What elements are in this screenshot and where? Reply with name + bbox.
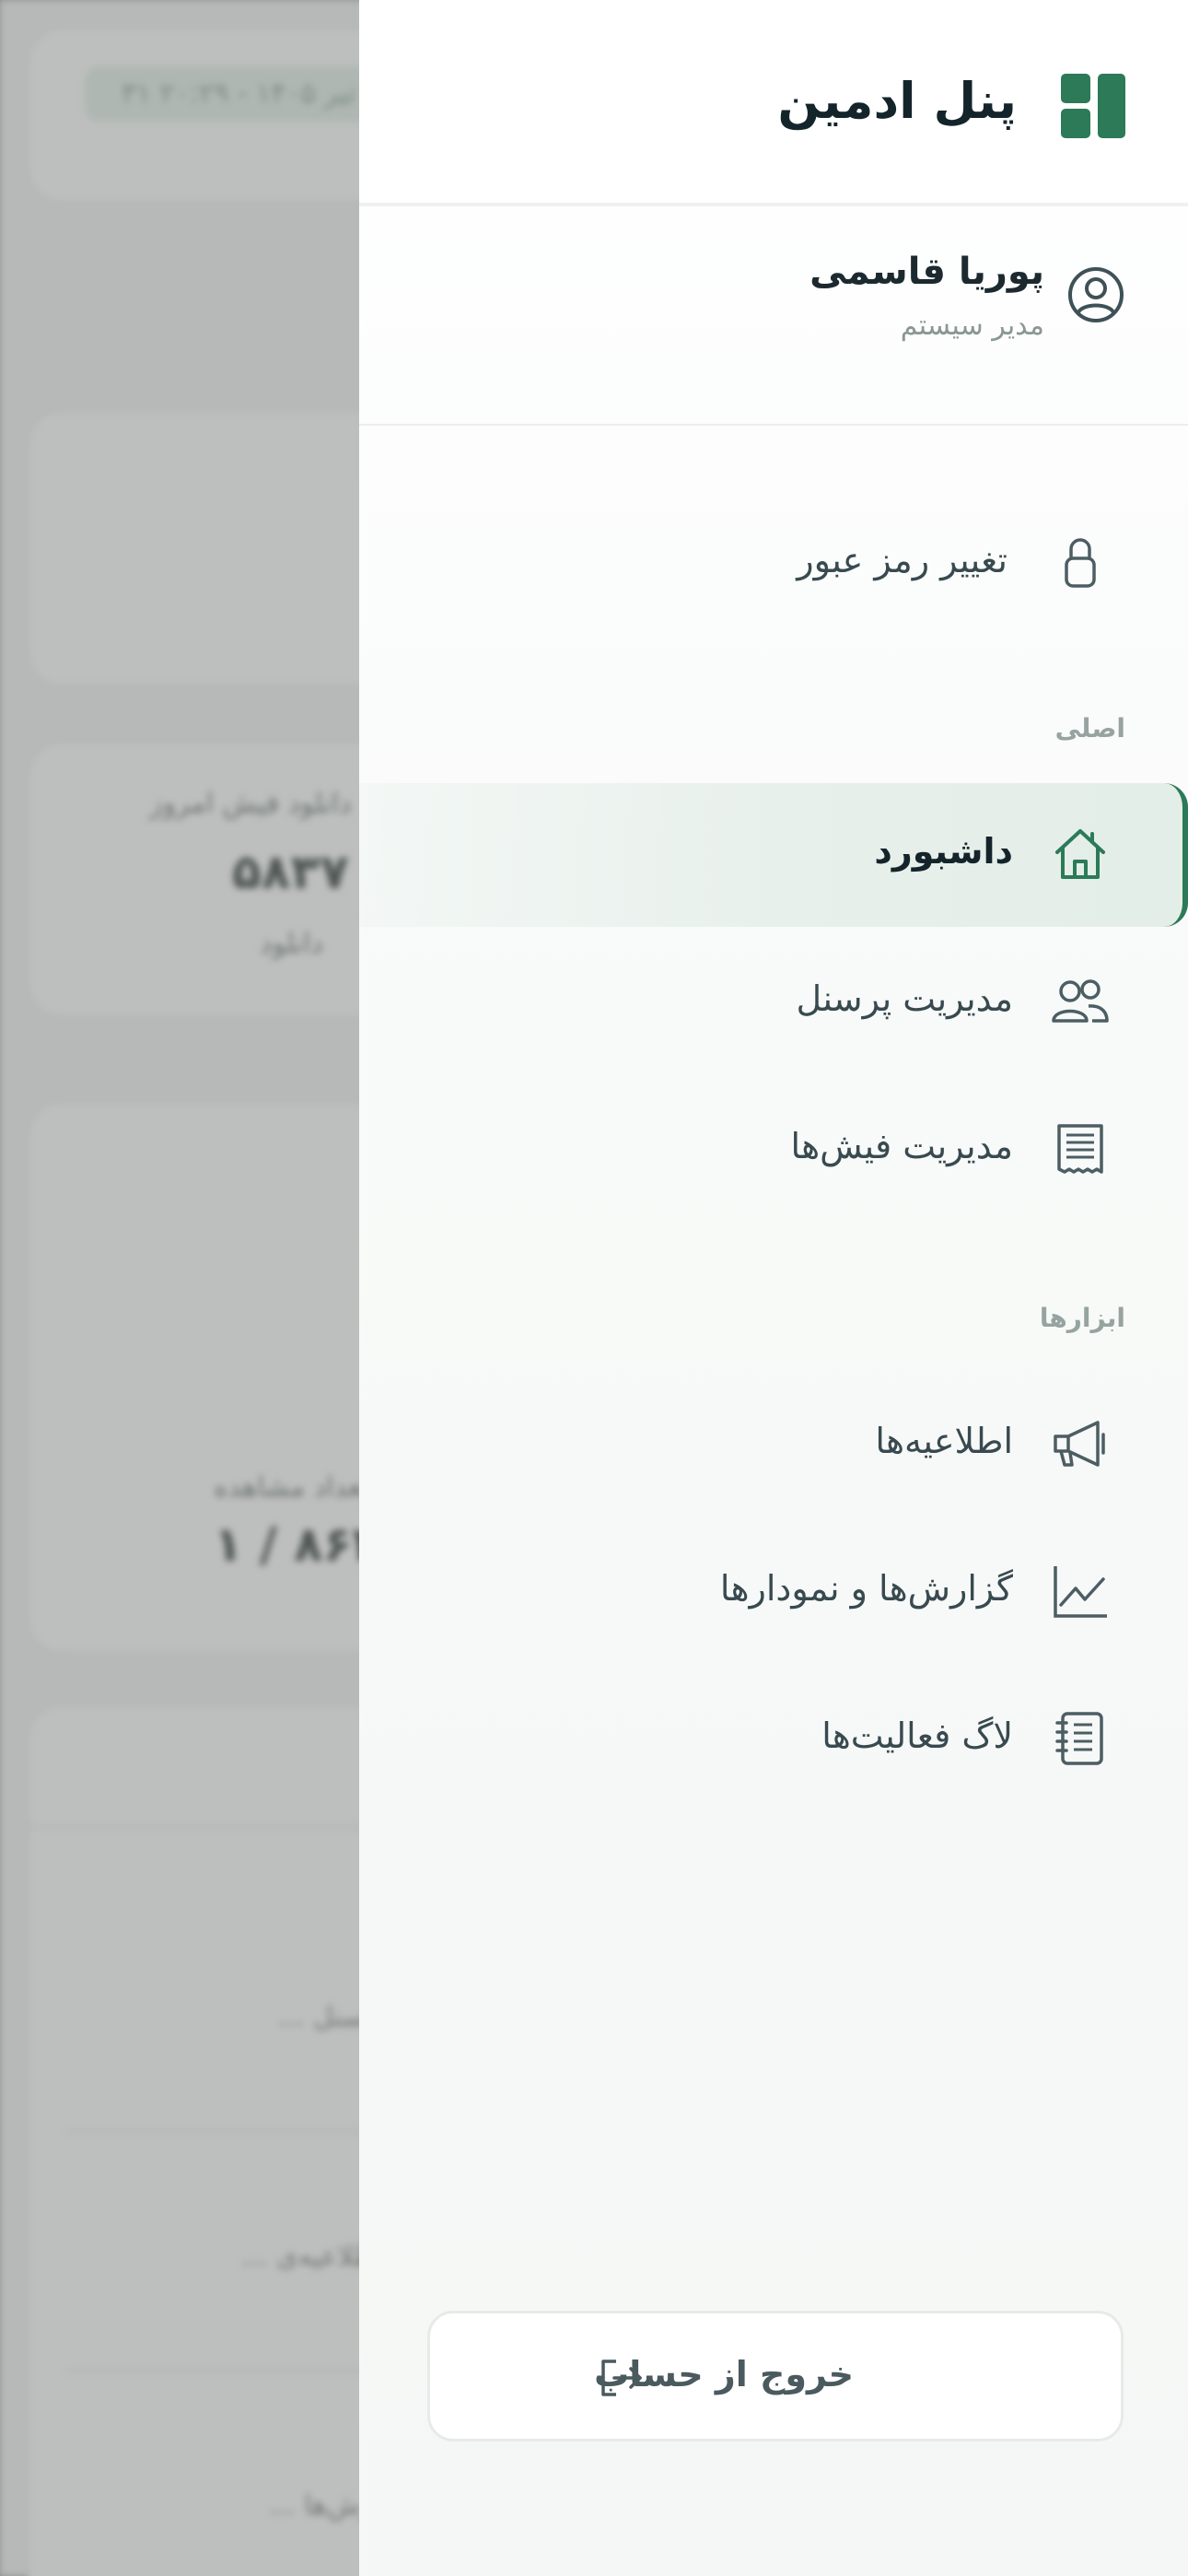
section-title-tools: ابزارها (1039, 1303, 1125, 1333)
nav-label-personnel: مدیریت پرسنل (796, 978, 1013, 1019)
nav-label-dashboard: داشبورد (874, 831, 1013, 872)
section-title-main: اصلی (1054, 713, 1125, 744)
nav-item-activity-log[interactable]: لاگ فعالیت‌ها (359, 1668, 1188, 1811)
logout-label: خروج از حساب (594, 2354, 854, 2395)
nav-label-payslips: مدیریت فیش‌ها (790, 1126, 1013, 1166)
change-password-label: تغییر رمز عبور (797, 540, 1007, 580)
navigation-drawer: پنل ادمین پوریا قاسمی مدیر سیستم تغییر ر… (359, 0, 1188, 2576)
nav-item-reports[interactable]: گزارش‌ها و نمودارها (359, 1520, 1188, 1664)
nav-item-payslips[interactable]: مدیریت فیش‌ها (359, 1078, 1188, 1222)
receipt-icon (1057, 1124, 1103, 1174)
user-avatar-icon (1068, 267, 1124, 322)
chart-line-icon (1054, 1566, 1107, 1618)
user-profile: پوریا قاسمی مدیر سیستم (359, 210, 1188, 426)
change-password-item[interactable]: تغییر رمز عبور (359, 492, 1188, 636)
logout-button[interactable]: خروج از حساب (427, 2311, 1124, 2441)
home-icon (1055, 829, 1105, 879)
nav-label-reports: گزارش‌ها و نمودارها (719, 1568, 1013, 1609)
nav-item-personnel[interactable]: مدیریت پرسنل (359, 931, 1188, 1074)
user-name: پوریا قاسمی (809, 251, 1044, 293)
nav-item-dashboard[interactable]: داشبورد (359, 783, 1188, 927)
drawer-header: پنل ادمین (359, 0, 1188, 206)
nav-label-announcements: اطلاعیه‌ها (875, 1421, 1013, 1461)
log-notebook-icon (1055, 1712, 1103, 1765)
nav-item-announcements[interactable]: اطلاعیه‌ها (359, 1373, 1188, 1516)
user-role: مدیر سیستم (900, 310, 1044, 342)
users-icon (1052, 979, 1109, 1023)
megaphone-icon (1054, 1421, 1105, 1467)
lock-icon (1065, 538, 1096, 588)
dashboard-logo-icon (1061, 74, 1125, 138)
app-title: پنل ادمین (777, 72, 1017, 130)
nav-label-activity-log: لاگ فعالیت‌ها (821, 1715, 1013, 1756)
